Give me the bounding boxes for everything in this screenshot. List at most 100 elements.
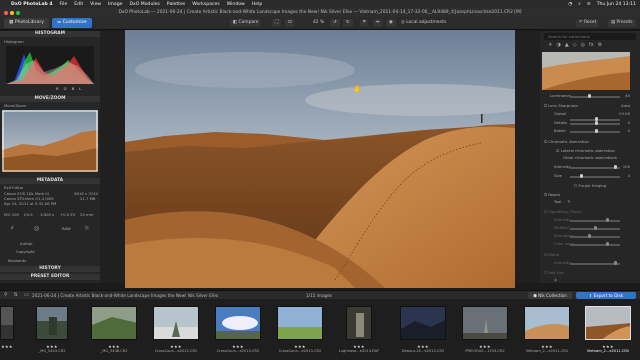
effects-icon[interactable]: fx — [589, 42, 594, 49]
presets-button[interactable]: ▤ Presets — [608, 19, 636, 27]
channel-l[interactable]: L — [79, 86, 86, 91]
menu-view[interactable]: View — [90, 2, 101, 7]
control-center-icon[interactable]: ≡ — [587, 2, 591, 7]
histogram-header[interactable]: HISTOGRAM — [0, 31, 100, 37]
size-slider[interactable] — [570, 176, 620, 178]
reset-button[interactable]: ↶ Reset — [576, 19, 600, 27]
compare-button[interactable]: ◧ Compare — [230, 19, 262, 27]
channel-g[interactable]: G — [64, 86, 72, 91]
main-photo[interactable] — [125, 30, 515, 288]
history-header[interactable]: HISTORY — [0, 266, 100, 272]
bokeh-knob[interactable] — [595, 129, 599, 133]
geometry-icon[interactable]: ◇ — [573, 42, 577, 49]
clear-zone-slider[interactable] — [570, 244, 620, 246]
menu-edit[interactable]: Edit — [74, 2, 83, 7]
film-thumb-8[interactable] — [462, 306, 508, 340]
light-icon[interactable]: ☀ — [548, 42, 552, 49]
vignetting-intensity-slider[interactable] — [570, 220, 620, 222]
filter-icon[interactable]: ⚲ — [4, 292, 8, 298]
close-window-icon[interactable] — [4, 11, 8, 15]
film-thumb-7[interactable] — [400, 306, 446, 340]
fit-button[interactable]: ⛶ — [272, 19, 282, 27]
detail-icon[interactable]: ▲ — [565, 42, 569, 49]
intensity-slider[interactable] — [570, 167, 620, 169]
luminance-value[interactable]: 40 — [625, 93, 630, 98]
rotate-left-button[interactable]: ↺ — [330, 19, 340, 27]
right-panel-collapse[interactable] — [528, 31, 540, 283]
chromatic-aberration-label[interactable]: Chromatic Aberration — [548, 139, 589, 144]
film-thumb-10-selected[interactable] — [585, 306, 631, 340]
rotate-right-button[interactable]: ↻ — [343, 19, 353, 27]
tab-photolibrary[interactable]: ▦ PhotoLibrary — [4, 18, 49, 28]
view-icon[interactable]: ▭ — [24, 292, 29, 298]
roundness-knob[interactable] — [588, 234, 592, 238]
channel-r[interactable]: R — [56, 86, 64, 91]
menu-window[interactable]: Window — [227, 2, 245, 7]
global-value[interactable]: +0.00 — [618, 111, 630, 116]
clear-zone-knob[interactable] — [606, 242, 610, 246]
horizon-button[interactable]: ⇹ — [373, 19, 383, 27]
fullscreen-button[interactable]: ⊡ — [285, 19, 295, 27]
menu-workspaces[interactable]: Workspaces — [192, 2, 220, 7]
red-eye-eye-icon[interactable]: ◉ — [554, 277, 557, 282]
local-adjustments-button[interactable]: ◎ Local adjustments — [398, 19, 449, 27]
film-thumb-5[interactable] — [277, 306, 323, 340]
menu-palettes[interactable]: Palettes — [167, 2, 185, 7]
details-value[interactable]: 0 — [628, 120, 630, 125]
vignetting-label[interactable]: Vignetting (Mask) — [548, 209, 582, 214]
sort-icon[interactable]: ⇅ — [14, 292, 18, 298]
search-corrections-input[interactable]: Search for corrections — [544, 33, 636, 40]
midfield-knob[interactable] — [594, 226, 598, 230]
nik-collection-button[interactable]: ⬢ Nik Collection — [528, 292, 572, 299]
menu-app-name[interactable]: DxO PhotoLab 4 — [11, 2, 53, 7]
exif-editor-label[interactable]: Exif Editor — [4, 185, 23, 190]
preset-editor-header[interactable]: PRESET EDITOR — [0, 274, 100, 280]
details-knob[interactable] — [595, 121, 599, 125]
metadata-header[interactable]: METADATA — [0, 178, 100, 184]
blend-intensity-slider[interactable] — [570, 263, 620, 265]
menu-help[interactable]: Help — [252, 2, 262, 7]
wifi-icon[interactable]: ◔ — [568, 2, 572, 7]
roundness-slider[interactable] — [570, 236, 620, 238]
vignetting-intensity-knob[interactable] — [606, 218, 610, 222]
menu-dxo-modules[interactable]: DxO Modules — [129, 2, 159, 7]
brush-icon[interactable]: ✎ — [567, 199, 570, 204]
tab-customize[interactable]: ⚌ Customize — [52, 18, 92, 28]
film-thumb-9[interactable] — [524, 306, 570, 340]
intensity-knob[interactable] — [614, 165, 618, 169]
red-eye-label[interactable]: Red Eye — [548, 270, 563, 275]
crop-button[interactable]: ⌗ — [360, 19, 369, 27]
menu-file[interactable]: File — [60, 2, 68, 7]
movezoom-preview[interactable] — [2, 110, 98, 172]
settings-icon[interactable]: ⚙ — [598, 42, 602, 49]
export-to-disk-button[interactable]: ⇪ Export to Disk — [576, 292, 636, 299]
color-icon[interactable]: ◑ — [556, 42, 560, 49]
blend-label[interactable]: Blend — [548, 252, 559, 257]
project-path[interactable]: 2021-06-24 | Create Artistic Black-and-W… — [32, 293, 218, 298]
film-thumb-6[interactable] — [346, 306, 372, 340]
film-thumb-4[interactable] — [215, 306, 261, 340]
menubar-clock[interactable]: Thu Jun 24 13:11 — [597, 2, 636, 7]
size-value[interactable]: 4 — [628, 173, 630, 178]
luminance-slider[interactable] — [570, 96, 620, 98]
menu-image[interactable]: Image — [108, 2, 122, 7]
repair-label[interactable]: Repair — [548, 192, 560, 197]
intensity-value[interactable]: 100 — [623, 164, 630, 169]
red-eye-button[interactable]: ◉ — [386, 19, 396, 27]
zoom-level[interactable]: 42 % — [310, 19, 327, 27]
minimize-window-icon[interactable] — [10, 11, 14, 15]
film-thumb-2[interactable] — [91, 306, 137, 340]
zoom-window-icon[interactable] — [16, 11, 20, 15]
luminance-knob[interactable] — [588, 94, 592, 98]
film-thumb-1[interactable] — [36, 306, 68, 340]
blend-intensity-knob[interactable] — [614, 261, 618, 265]
film-thumb-3[interactable] — [153, 306, 199, 340]
bokeh-value[interactable]: 0 — [628, 128, 630, 133]
film-thumb-0[interactable] — [0, 306, 14, 340]
left-panel-collapse[interactable] — [100, 31, 110, 283]
movezoom-header[interactable]: MOVE/ZOOM — [0, 96, 100, 102]
lens-sharpness-label[interactable]: Lens Sharpness — [548, 103, 578, 108]
size-knob[interactable] — [580, 174, 584, 178]
search-icon[interactable]: ⌕ — [578, 1, 581, 7]
local-icon[interactable]: ◎ — [581, 42, 585, 49]
